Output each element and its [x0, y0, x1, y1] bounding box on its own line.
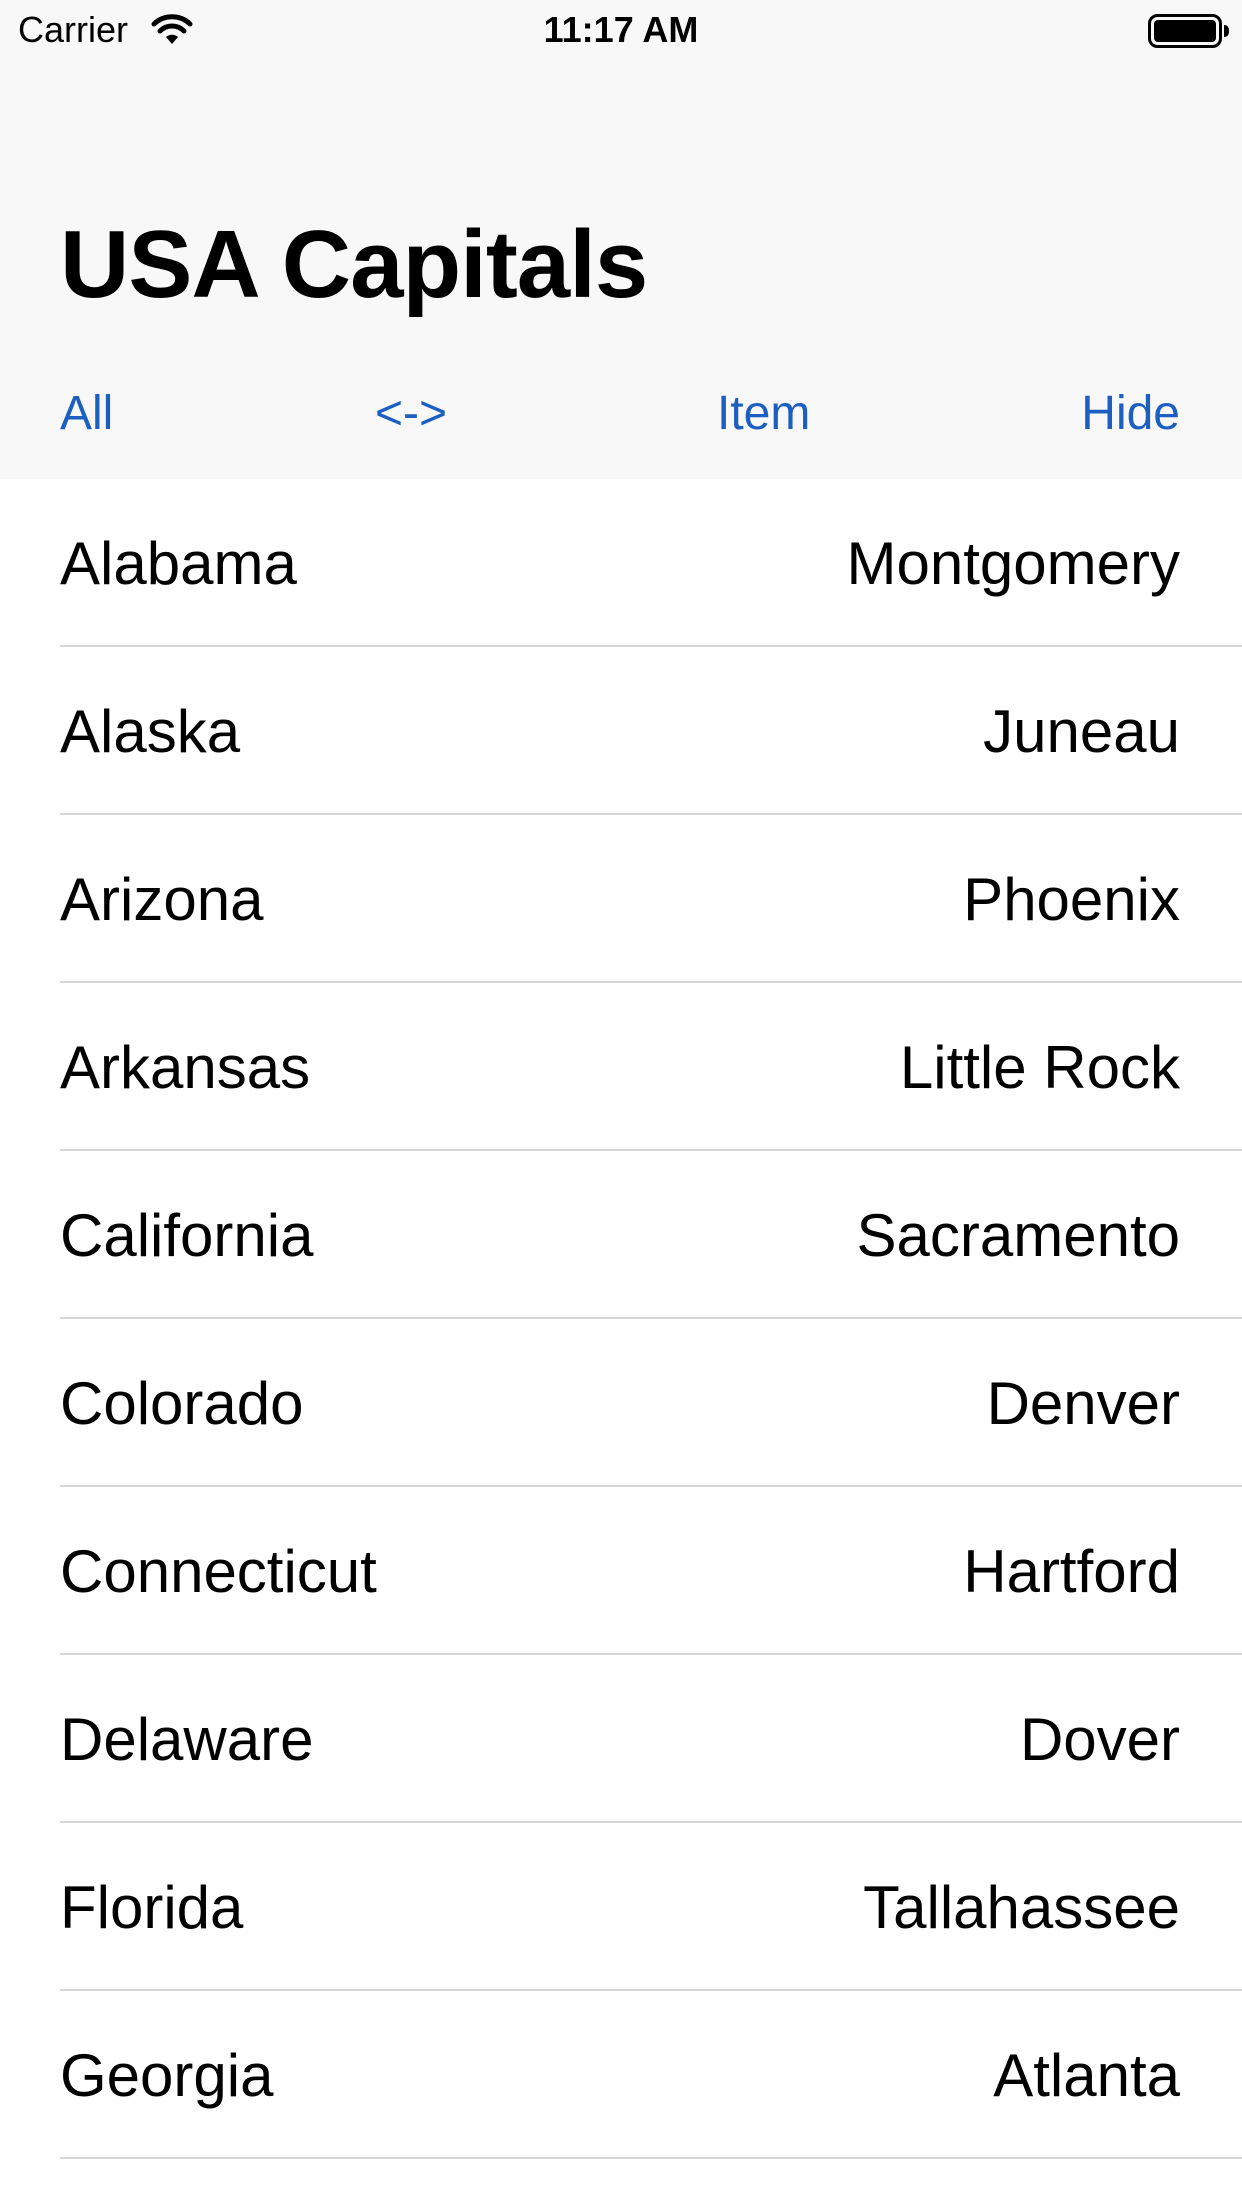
state-label: Florida: [60, 1874, 244, 1941]
capital-label: Little Rock: [899, 1034, 1180, 1101]
state-label: Georgia: [60, 2042, 274, 2109]
list-item[interactable]: Connecticut Hartford: [0, 1487, 1242, 1655]
swap-button[interactable]: <->: [375, 385, 447, 443]
state-label: Delaware: [60, 1706, 314, 1773]
capital-label: Tallahassee: [863, 1874, 1180, 1941]
capital-label: Juneau: [983, 698, 1180, 765]
battery-icon: [1148, 14, 1230, 48]
state-label: Arizona: [60, 866, 264, 933]
state-label: Alabama: [60, 530, 297, 597]
capital-label: Atlanta: [993, 2042, 1180, 2109]
capital-label: Hartford: [963, 1538, 1180, 1605]
list-item[interactable]: Alaska Juneau: [0, 647, 1242, 815]
item-button[interactable]: Item: [717, 385, 810, 443]
list-item[interactable]: Georgia Atlanta: [0, 1991, 1242, 2159]
list-item[interactable]: Florida Tallahassee: [0, 1823, 1242, 1991]
state-label: California: [60, 1202, 314, 1269]
list-item[interactable]: Delaware Dover: [0, 1655, 1242, 1823]
list-item[interactable]: Alabama Montgomery: [0, 479, 1242, 647]
capital-label: Phoenix: [963, 866, 1180, 933]
state-label: Arkansas: [60, 1034, 311, 1101]
page-title: USA Capitals: [60, 211, 648, 318]
capitals-list: Alabama Montgomery Alaska Juneau Arizona…: [0, 479, 1242, 2159]
list-item[interactable]: Colorado Denver: [0, 1319, 1242, 1487]
navigation-bar: Carrier 11:17 AM USA Capitals All <-> It…: [0, 0, 1242, 479]
capital-label: Denver: [986, 1370, 1180, 1437]
all-button[interactable]: All: [60, 385, 113, 443]
capital-label: Montgomery: [846, 530, 1180, 597]
state-label: Alaska: [60, 698, 241, 765]
status-time: 11:17 AM: [543, 9, 699, 50]
hide-button[interactable]: Hide: [1081, 385, 1180, 443]
list-item[interactable]: Arkansas Little Rock: [0, 983, 1242, 1151]
capital-label: Sacramento: [856, 1202, 1181, 1269]
app-screen: Carrier 11:17 AM USA Capitals All <-> It…: [0, 0, 1242, 2208]
capital-label: Dover: [1019, 1706, 1180, 1773]
state-label: Colorado: [60, 1370, 304, 1437]
list-item[interactable]: California Sacramento: [0, 1151, 1242, 1319]
state-label: Connecticut: [60, 1538, 377, 1605]
status-bar: Carrier 11:17 AM: [0, 0, 1242, 62]
list-item[interactable]: Arizona Phoenix: [0, 815, 1242, 983]
